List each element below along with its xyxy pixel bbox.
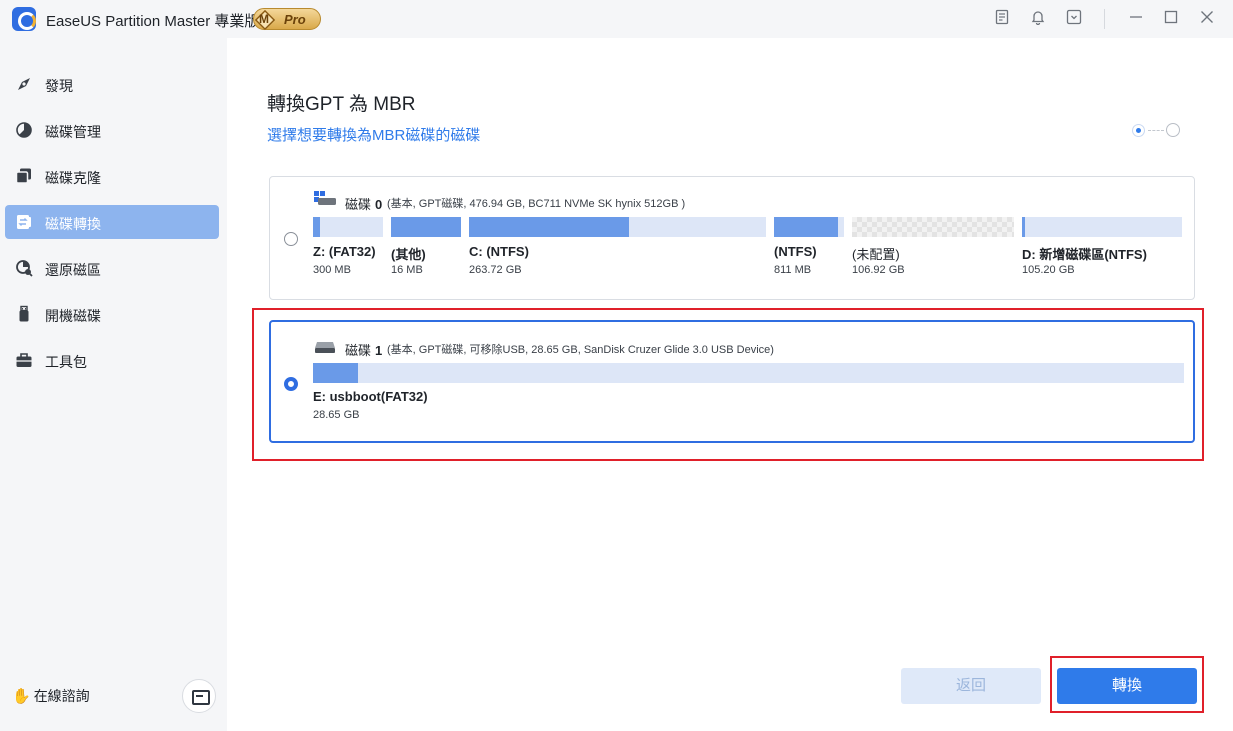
page-title: 轉換GPT 為 MBR — [267, 94, 416, 115]
partition-size: 811 MB — [774, 264, 812, 276]
sidebar-item-discover[interactable]: 發現 — [5, 67, 219, 101]
convert-icon — [15, 213, 33, 231]
partition-label: Z: (FAT32) — [313, 244, 376, 259]
sidebar-item-disk-management[interactable]: 磁碟管理 — [5, 113, 219, 147]
partition-bar-d[interactable] — [1022, 217, 1182, 237]
partition-label: (NTFS) — [774, 244, 817, 259]
online-chat-label: 在線諮詢 — [33, 688, 90, 704]
step-connector — [1148, 130, 1164, 131]
convert-button[interactable]: 轉換 — [1057, 668, 1197, 704]
minimize-icon[interactable] — [1126, 9, 1146, 29]
feedback-button[interactable] — [182, 679, 216, 713]
partition-size: 300 MB — [313, 264, 351, 276]
waving-hand-icon: ✋ — [12, 688, 31, 705]
online-chat-link[interactable]: ✋ 在線諮詢 — [12, 686, 90, 706]
maximize-icon[interactable] — [1161, 9, 1181, 29]
step-indicator — [1132, 123, 1182, 137]
partition-size: 16 MB — [391, 264, 423, 276]
notes-icon[interactable] — [992, 9, 1012, 29]
highlight-box-disk — [252, 308, 1204, 461]
sidebar-item-bootable-media[interactable]: 開機磁碟 — [5, 297, 219, 331]
title-bar: EaseUS Partition Master 專業版 M Pro — [0, 0, 1233, 38]
partition-bar-z[interactable] — [313, 217, 383, 237]
partition-bar-c[interactable] — [469, 217, 766, 237]
usb-icon — [15, 305, 33, 323]
disk-0-radio[interactable] — [284, 232, 298, 246]
partition-label: (其他) — [391, 247, 426, 262]
close-icon[interactable] — [1197, 9, 1217, 29]
partition-bar-unallocated[interactable] — [852, 217, 1014, 237]
page-subtitle: 選擇想要轉換為MBR磁碟的磁碟 — [267, 127, 481, 144]
partition-label: D: 新增磁碟區(NTFS) — [1022, 247, 1147, 262]
disk-drive-icon — [314, 191, 336, 205]
disk-0-info: (基本, GPT磁碟, 476.94 GB, BC711 NVMe SK hyn… — [387, 198, 686, 210]
pro-badge[interactable]: M Pro — [253, 8, 321, 31]
recover-icon — [15, 259, 33, 277]
step-dot-next — [1166, 123, 1180, 137]
sidebar-item-toolkit[interactable]: 工具包 — [5, 343, 219, 377]
pie-chart-icon — [15, 121, 33, 139]
back-button[interactable]: 返回 — [901, 668, 1041, 704]
partition-label: (未配置) — [852, 247, 900, 262]
bell-icon[interactable] — [1028, 9, 1048, 29]
toolbox-icon — [15, 351, 33, 369]
partition-size: 263.72 GB — [469, 264, 522, 276]
partition-bar-ntfs[interactable] — [774, 217, 844, 237]
clone-icon — [15, 167, 33, 185]
compass-icon — [15, 75, 33, 93]
sidebar-item-disk-convert[interactable]: 磁碟轉換 — [5, 205, 219, 239]
disk-card-0[interactable]: 磁碟 0 (基本, GPT磁碟, 476.94 GB, BC711 NVMe SK… — [269, 176, 1195, 300]
dropdown-icon[interactable] — [1064, 9, 1084, 29]
partition-size: 105.20 GB — [1022, 264, 1075, 276]
disk-0-name: 磁碟 0 — [345, 197, 383, 212]
app-title: EaseUS Partition Master 專業版 — [46, 13, 260, 30]
partition-label: C: (NTFS) — [469, 244, 529, 259]
partition-size: 106.92 GB — [852, 264, 905, 276]
sidebar-item-partition-recovery[interactable]: 還原磁區 — [5, 251, 219, 285]
step-dot-current — [1132, 124, 1145, 137]
sidebar: 發現 磁碟管理 磁碟克隆 磁碟轉換 還原磁區 開機磁碟 工具包 ✋ 在線諮詢 — [0, 38, 227, 731]
titlebar-divider — [1104, 9, 1105, 29]
sidebar-item-disk-clone[interactable]: 磁碟克隆 — [5, 159, 219, 193]
partition-bar-other[interactable] — [391, 217, 461, 237]
app-logo-icon — [12, 7, 36, 31]
